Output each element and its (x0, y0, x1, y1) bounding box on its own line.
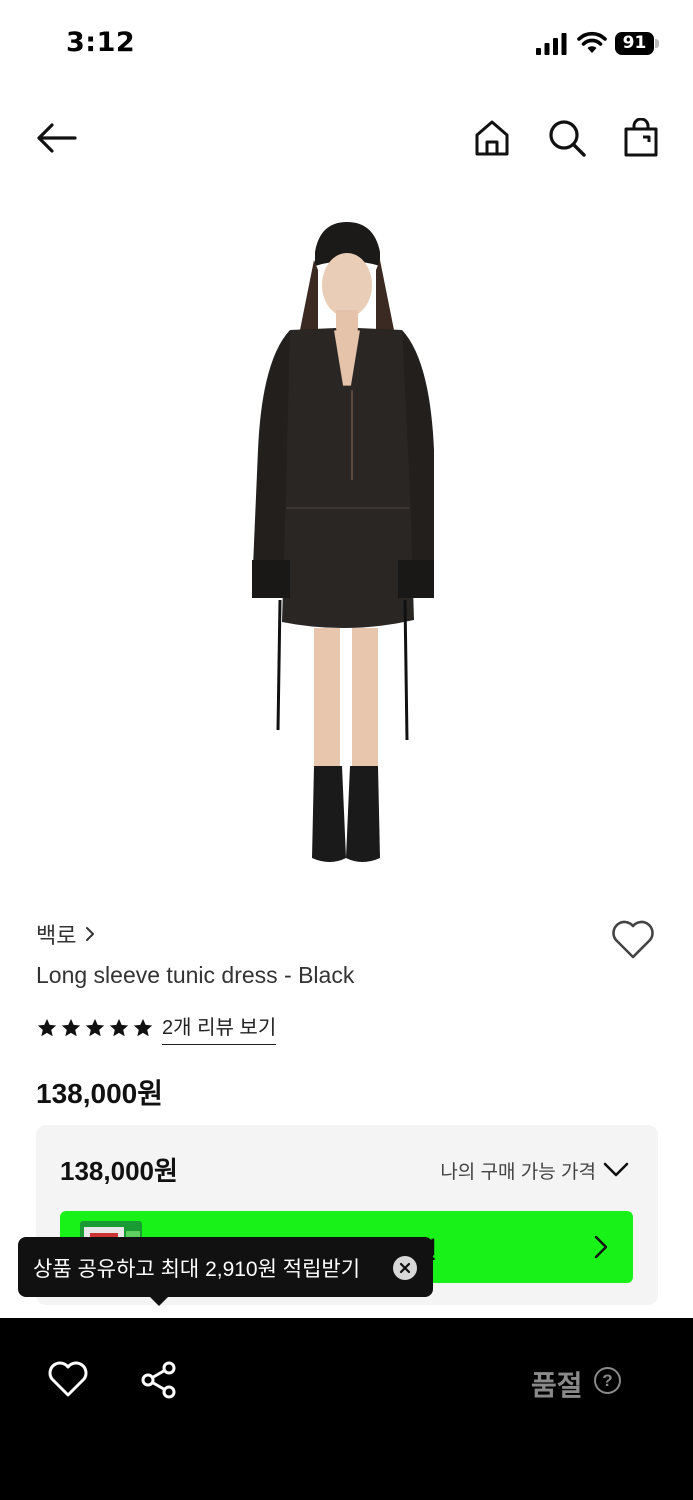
heart-outline-icon (612, 920, 654, 959)
battery-cap (655, 39, 659, 48)
cart-button[interactable] (619, 116, 663, 160)
bottom-wishlist-button[interactable] (47, 1360, 89, 1400)
search-icon (549, 120, 586, 157)
brand-name: 백로 (36, 923, 77, 948)
star-icon (37, 1018, 57, 1037)
battery-indicator: 91 (615, 32, 659, 56)
shopping-bag-icon (624, 118, 658, 157)
price-box-price: 138,000원 (60, 1156, 178, 1186)
status-bar: 3:12 91 (0, 0, 693, 88)
chevron-right-icon (594, 1235, 608, 1259)
star-icon (85, 1018, 105, 1037)
status-time: 3:12 (66, 27, 136, 58)
home-button[interactable] (470, 116, 514, 160)
review-link[interactable]: 2개 리뷰 보기 (162, 1011, 277, 1045)
sold-out-label: 품절 (531, 1370, 583, 1401)
model-photo (252, 222, 434, 862)
share-reward-tooltip: 상품 공유하고 최대 2,910원 적립받기 (18, 1237, 433, 1306)
star-icon (109, 1018, 129, 1037)
brand-link[interactable]: 백로 (36, 918, 96, 950)
my-price-label[interactable]: 나의 구매 가능 가격 (440, 1157, 596, 1184)
battery-level: 91 (615, 32, 654, 55)
wifi-icon (577, 31, 607, 53)
cellular-signal-icon (536, 33, 567, 55)
help-icon[interactable]: ? (594, 1367, 621, 1394)
heart-outline-icon (48, 1361, 88, 1397)
home-icon (475, 120, 509, 156)
chevron-right-icon (86, 927, 95, 941)
close-icon (399, 1262, 411, 1274)
wishlist-button[interactable] (610, 918, 656, 962)
star-rating (36, 1017, 154, 1039)
tooltip-arrow (149, 1296, 169, 1306)
tooltip-text: 상품 공유하고 최대 2,910원 적립받기 (33, 1258, 361, 1281)
product-image[interactable] (0, 190, 693, 890)
chevron-down-icon[interactable] (602, 1157, 630, 1181)
bottom-action-bar: 품절 ? (0, 1318, 693, 1500)
share-button[interactable] (139, 1360, 179, 1400)
top-nav (0, 100, 693, 176)
arrow-left-icon (37, 123, 77, 153)
star-icon (61, 1018, 81, 1037)
star-icon (133, 1018, 153, 1037)
tooltip-close-button[interactable] (393, 1256, 417, 1280)
back-button[interactable] (34, 116, 78, 160)
product-price: 138,000원 (36, 1078, 163, 1109)
search-button[interactable] (545, 116, 589, 160)
share-icon (141, 1361, 176, 1399)
rating-row: 2개 리뷰 보기 (36, 1011, 277, 1045)
product-title: Long sleeve tunic dress - Black (36, 962, 355, 988)
